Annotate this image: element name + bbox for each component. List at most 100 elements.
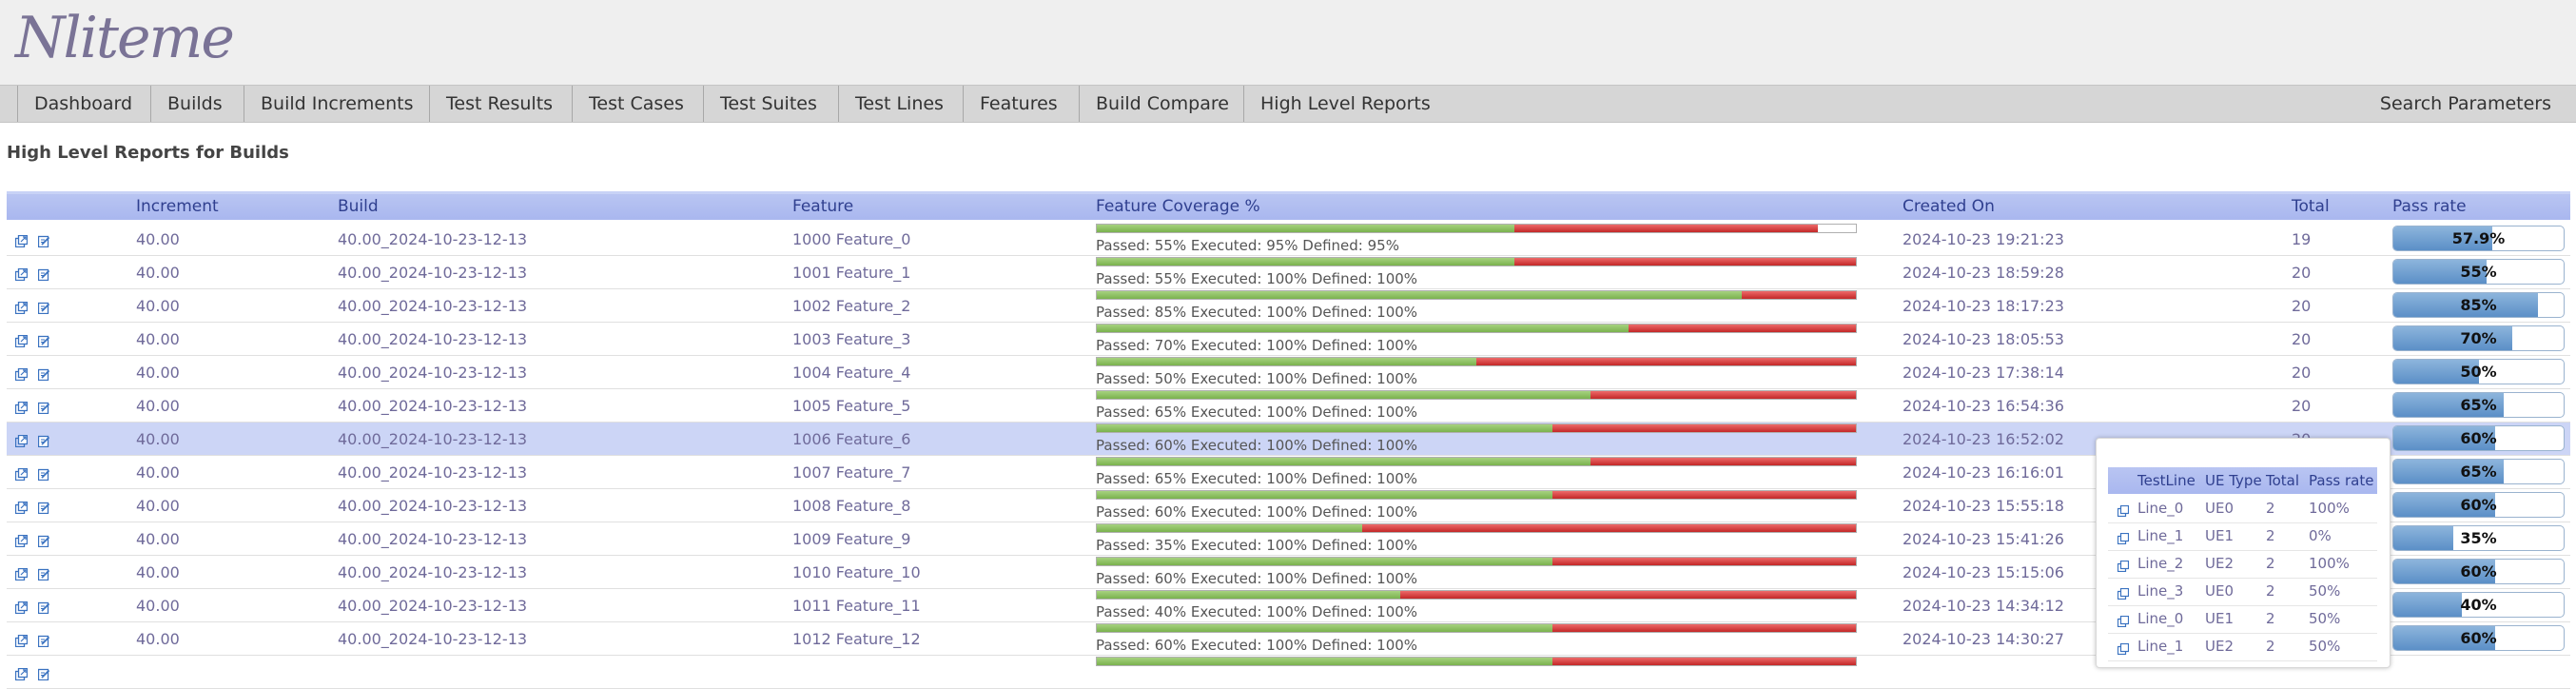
feature-cell[interactable]: 1012 Feature_12: [792, 622, 921, 656]
table-row[interactable]: 40.00 40.00_2024-10-23-12-13 1003 Feature_…: [7, 323, 2570, 356]
open-window-icon[interactable]: [14, 366, 29, 382]
edit-note-icon[interactable]: [37, 533, 50, 548]
increment-cell[interactable]: 40.00: [136, 256, 180, 289]
table-row[interactable]: 40.00 40.00_2024-10-23-12-13 1004 Feature_…: [7, 356, 2570, 389]
feature-cell[interactable]: 1011 Feature_11: [792, 589, 921, 622]
feature-cell[interactable]: 1007 Feature_7: [792, 456, 910, 489]
feature-cell[interactable]: 1010 Feature_10: [792, 556, 921, 589]
increment-cell[interactable]: 40.00: [136, 456, 180, 489]
open-window-icon[interactable]: [14, 433, 29, 448]
feature-cell[interactable]: 1006 Feature_6: [792, 423, 910, 456]
table-row[interactable]: 40.00 40.00_2024-10-23-12-13 1005 Feature_…: [7, 389, 2570, 423]
popup-table-row[interactable]: Line_0 UE0 2 100%: [2108, 495, 2377, 523]
open-window-icon[interactable]: [14, 333, 29, 348]
feature-cell[interactable]: 1000 Feature_0: [792, 223, 910, 256]
table-row[interactable]: 40.00 40.00_2024-10-23-12-13 1002 Feature_…: [7, 289, 2570, 323]
edit-note-icon[interactable]: [37, 333, 50, 348]
increment-cell[interactable]: 40.00: [136, 223, 180, 256]
build-cell[interactable]: 40.00_2024-10-23-12-13: [338, 223, 527, 256]
open-window-icon[interactable]: [14, 666, 29, 681]
build-cell[interactable]: 40.00_2024-10-23-12-13: [338, 256, 527, 289]
popup-testline-cell[interactable]: Line_1: [2137, 522, 2183, 550]
open-window-icon[interactable]: [14, 633, 29, 648]
column-header-total[interactable]: Total: [2292, 194, 2330, 220]
popup-header-passrate[interactable]: Pass rate: [2309, 467, 2373, 494]
table-row[interactable]: 40.00 40.00_2024-10-23-12-13 1000 Feature_…: [7, 223, 2570, 256]
open-window-icon[interactable]: [14, 566, 29, 581]
increment-cell[interactable]: 40.00: [136, 556, 180, 589]
build-cell[interactable]: 40.00_2024-10-23-12-13: [338, 556, 527, 589]
build-cell[interactable]: 40.00_2024-10-23-12-13: [338, 489, 527, 522]
edit-note-icon[interactable]: [37, 566, 50, 581]
open-window-icon[interactable]: [2117, 503, 2130, 518]
build-cell[interactable]: 40.00_2024-10-23-12-13: [338, 589, 527, 622]
edit-note-icon[interactable]: [37, 300, 50, 315]
search-parameters-link[interactable]: Search Parameters: [2380, 86, 2551, 122]
edit-note-icon[interactable]: [37, 366, 50, 382]
nav-dashboard[interactable]: Dashboard: [17, 86, 132, 122]
column-header-passrate[interactable]: Pass rate: [2392, 194, 2467, 220]
column-header-increment[interactable]: Increment: [136, 194, 219, 220]
open-window-icon[interactable]: [14, 533, 29, 548]
nav-features[interactable]: Features: [963, 86, 1058, 122]
increment-cell[interactable]: 40.00: [136, 389, 180, 423]
increment-cell[interactable]: 40.00: [136, 289, 180, 323]
open-window-icon[interactable]: [14, 300, 29, 315]
open-window-icon[interactable]: [2117, 614, 2130, 628]
column-header-coverage[interactable]: Feature Coverage %: [1096, 194, 1260, 220]
nav-builds[interactable]: Builds: [150, 86, 223, 122]
build-cell[interactable]: 40.00_2024-10-23-12-13: [338, 522, 527, 556]
table-row[interactable]: 40.00 40.00_2024-10-23-12-13 1001 Feature_…: [7, 256, 2570, 289]
open-window-icon[interactable]: [14, 466, 29, 482]
popup-table-row[interactable]: Line_1 UE1 2 0%: [2108, 522, 2377, 551]
popup-header-total[interactable]: Total: [2266, 467, 2299, 494]
open-window-icon[interactable]: [14, 266, 29, 282]
column-header-created[interactable]: Created On: [1903, 194, 1995, 220]
increment-cell[interactable]: 40.00: [136, 323, 180, 356]
build-cell[interactable]: 40.00_2024-10-23-12-13: [338, 456, 527, 489]
popup-testline-cell[interactable]: Line_3: [2137, 578, 2183, 605]
nav-test-cases[interactable]: Test Cases: [572, 86, 684, 122]
open-window-icon[interactable]: [2117, 641, 2130, 656]
open-window-icon[interactable]: [2117, 586, 2130, 600]
feature-cell[interactable]: 1001 Feature_1: [792, 256, 910, 289]
open-window-icon[interactable]: [14, 600, 29, 615]
nav-high-level-reports[interactable]: High Level Reports: [1243, 86, 1431, 122]
popup-table-row[interactable]: Line_2 UE2 2 100%: [2108, 550, 2377, 579]
edit-note-icon[interactable]: [37, 633, 50, 648]
edit-note-icon[interactable]: [37, 600, 50, 615]
open-window-icon[interactable]: [14, 233, 29, 248]
nav-test-results[interactable]: Test Results: [429, 86, 553, 122]
column-header-feature[interactable]: Feature: [792, 194, 853, 220]
edit-note-icon[interactable]: [37, 466, 50, 482]
popup-header-uetype[interactable]: UE Type: [2205, 467, 2262, 494]
open-window-icon[interactable]: [2117, 531, 2130, 545]
nav-build-compare[interactable]: Build Compare: [1079, 86, 1229, 122]
edit-note-icon[interactable]: [37, 266, 50, 282]
increment-cell[interactable]: 40.00: [136, 356, 180, 389]
popup-header-testline[interactable]: TestLine: [2137, 467, 2195, 494]
build-cell[interactable]: 40.00_2024-10-23-12-13: [338, 356, 527, 389]
feature-cell[interactable]: 1003 Feature_3: [792, 323, 910, 356]
nav-test-suites[interactable]: Test Suites: [703, 86, 817, 122]
increment-cell[interactable]: 40.00: [136, 489, 180, 522]
feature-cell[interactable]: 1009 Feature_9: [792, 522, 910, 556]
increment-cell[interactable]: 40.00: [136, 423, 180, 456]
feature-cell[interactable]: 1005 Feature_5: [792, 389, 910, 423]
popup-testline-cell[interactable]: Line_2: [2137, 550, 2183, 578]
app-logo[interactable]: Nliteme: [15, 2, 235, 74]
increment-cell[interactable]: 40.00: [136, 622, 180, 656]
popup-testline-cell[interactable]: Line_0: [2137, 495, 2183, 522]
increment-cell[interactable]: 40.00: [136, 589, 180, 622]
popup-table-row[interactable]: Line_3 UE0 2 50%: [2108, 578, 2377, 606]
feature-cell[interactable]: 1004 Feature_4: [792, 356, 910, 389]
column-header-build[interactable]: Build: [338, 194, 379, 220]
open-window-icon[interactable]: [2117, 559, 2130, 573]
increment-cell[interactable]: 40.00: [136, 522, 180, 556]
build-cell[interactable]: 40.00_2024-10-23-12-13: [338, 323, 527, 356]
feature-cell[interactable]: 1008 Feature_8: [792, 489, 910, 522]
edit-note-icon[interactable]: [37, 500, 50, 515]
popup-table-row[interactable]: Line_0 UE1 2 50%: [2108, 605, 2377, 634]
feature-cell[interactable]: 1002 Feature_2: [792, 289, 910, 323]
nav-test-lines[interactable]: Test Lines: [838, 86, 944, 122]
